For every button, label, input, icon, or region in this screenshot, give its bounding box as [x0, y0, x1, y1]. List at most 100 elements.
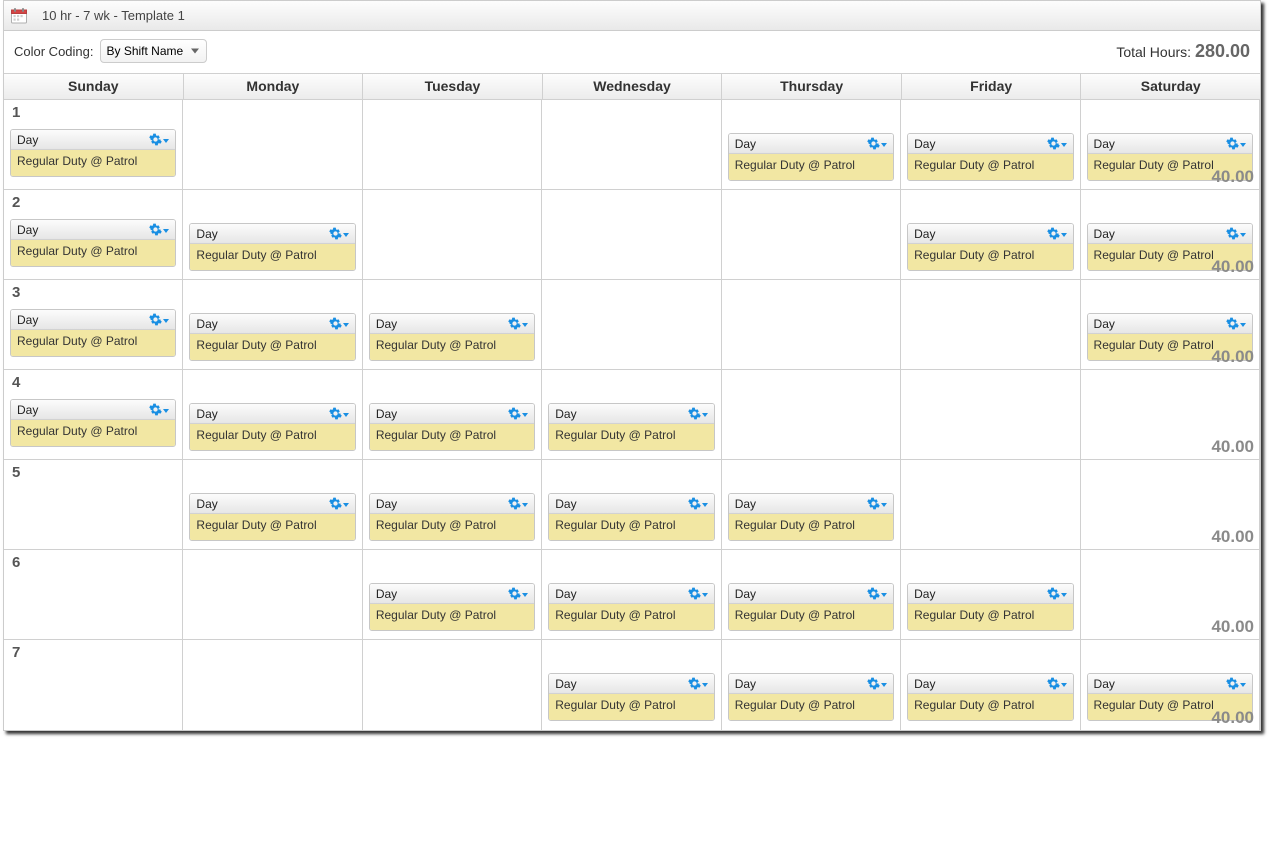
day-cell[interactable]: DayRegular Duty @ Patrol: [183, 280, 362, 369]
shift-options-button[interactable]: [1226, 227, 1246, 240]
shift-card[interactable]: DayRegular Duty @ Patrol: [548, 493, 714, 541]
day-cell[interactable]: DayRegular Duty @ Patrol: [183, 460, 362, 549]
total-hours: Total Hours: 280.00: [1116, 41, 1250, 62]
shift-card[interactable]: DayRegular Duty @ Patrol: [189, 223, 355, 271]
shift-card[interactable]: DayRegular Duty @ Patrol: [369, 403, 535, 451]
shift-card[interactable]: DayRegular Duty @ Patrol: [907, 583, 1073, 631]
shift-options-button[interactable]: [149, 403, 169, 416]
day-cell[interactable]: 6: [4, 550, 183, 639]
day-cell[interactable]: [363, 100, 542, 189]
day-cell[interactable]: DayRegular Duty @ Patrol: [363, 550, 542, 639]
shift-card[interactable]: DayRegular Duty @ Patrol: [728, 583, 894, 631]
shift-options-button[interactable]: [688, 587, 708, 600]
shift-card[interactable]: DayRegular Duty @ Patrol: [10, 399, 176, 447]
shift-card[interactable]: DayRegular Duty @ Patrol: [728, 133, 894, 181]
shift-options-button[interactable]: [329, 497, 349, 510]
shift-options-button[interactable]: [1047, 677, 1067, 690]
day-cell[interactable]: [542, 280, 721, 369]
day-cell[interactable]: DayRegular Duty @ Patrol: [363, 460, 542, 549]
shift-card[interactable]: DayRegular Duty @ Patrol: [369, 583, 535, 631]
shift-card[interactable]: DayRegular Duty @ Patrol: [369, 493, 535, 541]
shift-options-button[interactable]: [149, 133, 169, 146]
day-cell[interactable]: DayRegular Duty @ Patrol: [542, 370, 721, 459]
shift-card[interactable]: DayRegular Duty @ Patrol: [548, 403, 714, 451]
day-cell[interactable]: [542, 190, 721, 279]
shift-card[interactable]: DayRegular Duty @ Patrol: [907, 223, 1073, 271]
shift-card[interactable]: DayRegular Duty @ Patrol: [548, 673, 714, 721]
shift-options-button[interactable]: [1226, 317, 1246, 330]
day-cell[interactable]: 1DayRegular Duty @ Patrol: [4, 100, 183, 189]
shift-options-button[interactable]: [867, 497, 887, 510]
shift-card[interactable]: DayRegular Duty @ Patrol: [189, 313, 355, 361]
shift-options-button[interactable]: [867, 587, 887, 600]
shift-options-button[interactable]: [867, 677, 887, 690]
day-cell[interactable]: DayRegular Duty @ Patrol: [901, 190, 1080, 279]
shift-options-button[interactable]: [688, 407, 708, 420]
shift-card-header: Day: [908, 224, 1072, 244]
day-cell[interactable]: [542, 100, 721, 189]
shift-options-button[interactable]: [508, 497, 528, 510]
day-cell[interactable]: [722, 190, 901, 279]
day-cell[interactable]: DayRegular Duty @ Patrol: [722, 550, 901, 639]
day-cell[interactable]: DayRegular Duty @ Patrol: [183, 370, 362, 459]
day-cell[interactable]: DayRegular Duty @ Patrol: [901, 550, 1080, 639]
day-cell[interactable]: DayRegular Duty @ Patrol: [722, 100, 901, 189]
day-cell[interactable]: [363, 190, 542, 279]
day-cell[interactable]: [901, 280, 1080, 369]
shift-options-button[interactable]: [149, 223, 169, 236]
shift-options-button[interactable]: [688, 497, 708, 510]
day-cell[interactable]: 4DayRegular Duty @ Patrol: [4, 370, 183, 459]
shift-card[interactable]: DayRegular Duty @ Patrol: [728, 673, 894, 721]
day-cell[interactable]: DayRegular Duty @ Patrol: [722, 460, 901, 549]
day-cell[interactable]: [183, 640, 362, 730]
shift-options-button[interactable]: [329, 317, 349, 330]
shift-card[interactable]: DayRegular Duty @ Patrol: [10, 219, 176, 267]
shift-options-button[interactable]: [329, 227, 349, 240]
day-cell[interactable]: DayRegular Duty @ Patrol: [901, 640, 1080, 730]
shift-card[interactable]: DayRegular Duty @ Patrol: [10, 309, 176, 357]
shift-card[interactable]: DayRegular Duty @ Patrol: [369, 313, 535, 361]
shift-card-header: Day: [370, 584, 534, 604]
day-cell[interactable]: DayRegular Duty @ Patrol: [722, 640, 901, 730]
day-cell[interactable]: [183, 550, 362, 639]
shift-options-button[interactable]: [508, 317, 528, 330]
day-cell[interactable]: [722, 280, 901, 369]
shift-card[interactable]: DayRegular Duty @ Patrol: [907, 133, 1073, 181]
shift-options-button[interactable]: [688, 677, 708, 690]
day-cell[interactable]: DayRegular Duty @ Patrol: [183, 190, 362, 279]
shift-detail: Regular Duty @ Patrol: [549, 604, 713, 630]
shift-options-button[interactable]: [149, 313, 169, 326]
day-cell[interactable]: DayRegular Duty @ Patrol: [542, 460, 721, 549]
day-cell[interactable]: [722, 370, 901, 459]
day-cell[interactable]: 3DayRegular Duty @ Patrol: [4, 280, 183, 369]
shift-options-button[interactable]: [1226, 677, 1246, 690]
day-cell[interactable]: 5: [4, 460, 183, 549]
day-cell[interactable]: [183, 100, 362, 189]
day-cell[interactable]: 2DayRegular Duty @ Patrol: [4, 190, 183, 279]
day-cell[interactable]: [901, 460, 1080, 549]
day-cell[interactable]: DayRegular Duty @ Patrol: [542, 640, 721, 730]
shift-options-button[interactable]: [1047, 227, 1067, 240]
shift-card[interactable]: DayRegular Duty @ Patrol: [10, 129, 176, 177]
shift-options-button[interactable]: [1226, 137, 1246, 150]
shift-card[interactable]: DayRegular Duty @ Patrol: [907, 673, 1073, 721]
shift-card[interactable]: DayRegular Duty @ Patrol: [189, 403, 355, 451]
shift-options-button[interactable]: [508, 587, 528, 600]
shift-options-button[interactable]: [867, 137, 887, 150]
day-cell[interactable]: [901, 370, 1080, 459]
color-coding-select[interactable]: By Shift Name: [100, 39, 207, 63]
day-cell[interactable]: DayRegular Duty @ Patrol: [363, 280, 542, 369]
shift-name: Day: [735, 587, 756, 601]
day-cell[interactable]: DayRegular Duty @ Patrol: [542, 550, 721, 639]
shift-options-button[interactable]: [1047, 137, 1067, 150]
day-cell[interactable]: DayRegular Duty @ Patrol: [363, 370, 542, 459]
shift-card[interactable]: DayRegular Duty @ Patrol: [189, 493, 355, 541]
shift-card[interactable]: DayRegular Duty @ Patrol: [728, 493, 894, 541]
shift-options-button[interactable]: [508, 407, 528, 420]
shift-options-button[interactable]: [1047, 587, 1067, 600]
day-cell[interactable]: [363, 640, 542, 730]
day-cell[interactable]: 7: [4, 640, 183, 730]
day-cell[interactable]: DayRegular Duty @ Patrol: [901, 100, 1080, 189]
shift-card[interactable]: DayRegular Duty @ Patrol: [548, 583, 714, 631]
shift-options-button[interactable]: [329, 407, 349, 420]
